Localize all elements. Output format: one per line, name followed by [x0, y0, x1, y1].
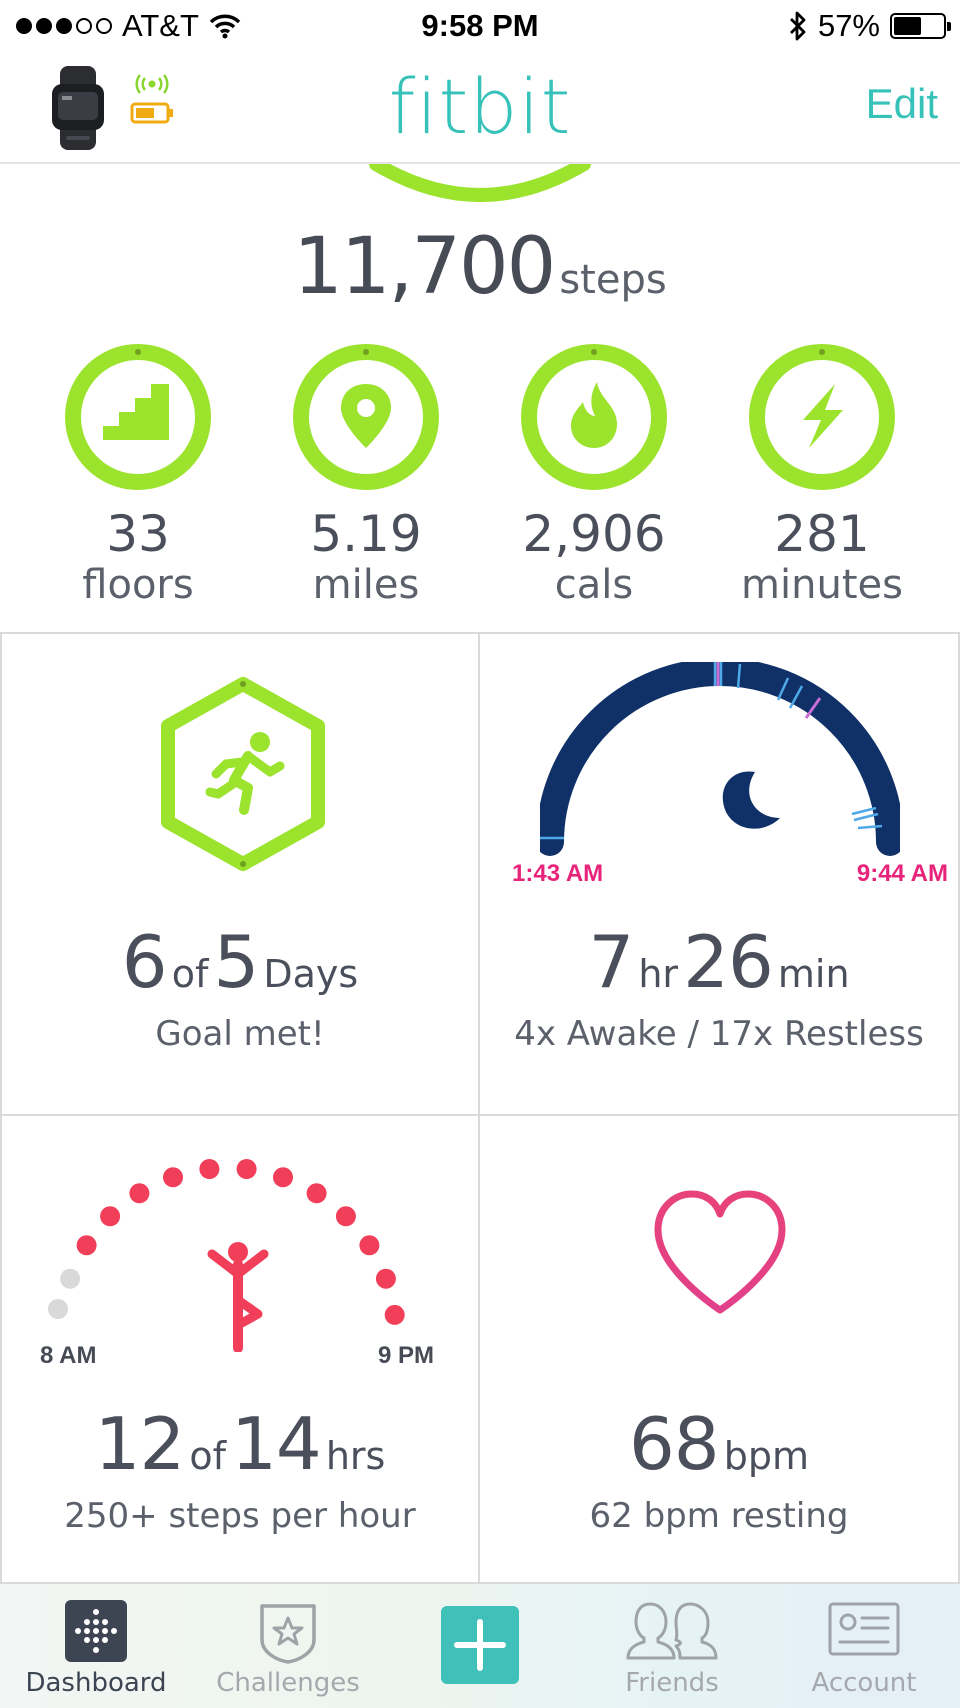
exercise-value: 6 — [121, 920, 168, 1004]
heart-resting: 62 bpm resting — [589, 1496, 849, 1536]
stat-calories[interactable]: 2,906 cals — [494, 342, 694, 608]
tab-dashboard[interactable]: Dashboard — [0, 1584, 192, 1708]
sleep-hr-unit: hr — [638, 952, 679, 996]
star-badge-icon — [260, 1604, 316, 1664]
status-right: 57% — [788, 8, 951, 44]
hourly-detail: 250+ steps per hour — [64, 1496, 416, 1536]
sleep-minutes: 26 — [683, 920, 774, 1004]
minutes-unit: minutes — [741, 562, 903, 608]
heart-icon — [654, 1190, 786, 1314]
sleep-arc-chart — [540, 662, 900, 856]
sleep-min-unit: min — [777, 952, 850, 996]
status-bar: AT&T 9:58 PM 57% — [0, 0, 960, 52]
calories-unit: cals — [554, 562, 634, 608]
sleep-start-time: 1:43 AM — [512, 860, 604, 887]
sleep-hours: 7 — [588, 920, 634, 1004]
dashboard-tiles: 6 of 5 Days Goal met! 1:43 AM 9:44 AM 7 … — [0, 632, 960, 1584]
tab-bar: Dashboard Challenges Friends Account — [0, 1582, 960, 1708]
hourly-summary: 12 of 14 hrs — [2, 1402, 478, 1486]
edit-button[interactable]: Edit — [866, 80, 938, 128]
friends-icon — [626, 1602, 718, 1660]
hour-dot — [236, 1159, 257, 1179]
sleep-summary: 7 hr 26 min — [480, 920, 958, 1004]
sleep-detail: 4x Awake / 17x Restless — [514, 1014, 924, 1054]
account-card-icon — [828, 1602, 900, 1656]
hour-dot — [129, 1183, 150, 1204]
hour-dot — [359, 1235, 380, 1256]
floors-value: 33 — [106, 505, 170, 563]
hourly-start-label: 8 AM — [40, 1342, 97, 1369]
tab-dashboard-label: Dashboard — [25, 1668, 167, 1698]
tab-friends[interactable]: Friends — [576, 1584, 768, 1708]
sleep-end-time: 9:44 AM — [856, 860, 948, 887]
steps-unit: steps — [559, 257, 667, 303]
hour-dot — [163, 1167, 183, 1188]
heart-rate-unit: bpm — [723, 1434, 809, 1478]
app-header: fitbit Edit — [0, 52, 960, 164]
hourly-figure-icon — [207, 1242, 269, 1352]
stat-active-minutes[interactable]: 281 minutes — [722, 342, 922, 608]
hour-dot — [100, 1206, 121, 1227]
exercise-unit: Days — [263, 952, 359, 996]
hour-dot — [199, 1159, 220, 1179]
dashboard-icon — [65, 1600, 127, 1662]
floors-unit: floors — [82, 562, 194, 608]
battery-level — [894, 17, 922, 35]
battery-icon — [890, 13, 951, 39]
exercise-of: of — [171, 952, 209, 996]
lightning-icon — [749, 344, 895, 490]
steps-ring[interactable] — [360, 164, 600, 206]
tab-friends-label: Friends — [625, 1668, 719, 1698]
hour-dot — [335, 1206, 356, 1227]
exercise-goal: 5 — [213, 920, 259, 1004]
tab-account[interactable]: Account — [768, 1584, 960, 1708]
exercise-summary: 6 of 5 Days — [2, 920, 478, 1004]
tab-account-label: Account — [811, 1668, 917, 1698]
hour-dot — [60, 1268, 81, 1289]
hourly-value: 12 — [94, 1402, 186, 1486]
exercise-hexagon-icon — [161, 677, 325, 871]
battery-percent: 57% — [817, 8, 880, 43]
tab-add[interactable] — [384, 1584, 576, 1708]
hourly-activity-tile[interactable]: 8 AM 9 PM 12 of 14 hrs 250+ steps per ho… — [0, 1116, 480, 1584]
hourly-of: of — [189, 1434, 227, 1478]
flame-icon — [521, 344, 667, 490]
location-pin-icon — [293, 344, 439, 490]
plus-icon — [441, 1606, 519, 1684]
hour-dot — [48, 1299, 68, 1319]
steps-value: 11,700 — [293, 222, 556, 312]
stat-miles[interactable]: 5.19 miles — [266, 342, 466, 608]
calories-value: 2,906 — [522, 505, 666, 563]
tab-challenges-label: Challenges — [216, 1668, 360, 1698]
minutes-value: 281 — [774, 505, 870, 563]
exercise-tile[interactable]: 6 of 5 Days Goal met! — [0, 634, 480, 1116]
steps-summary[interactable]: 11,700 steps — [0, 222, 960, 312]
heart-rate-value: 68 — [629, 1402, 720, 1486]
stairs-icon — [65, 344, 211, 490]
hourly-unit: hrs — [325, 1434, 386, 1478]
hour-dot — [273, 1167, 293, 1188]
stat-floors[interactable]: 33 floors — [38, 342, 238, 608]
miles-unit: miles — [312, 562, 420, 608]
bluetooth-icon — [789, 11, 806, 41]
sleep-tile[interactable]: 1:43 AM 9:44 AM 7 hr 26 min 4x Awake / 1… — [480, 634, 960, 1116]
app-title: fitbit — [388, 62, 572, 151]
hour-dot — [375, 1268, 396, 1289]
hourly-end-label: 9 PM — [378, 1342, 435, 1369]
heart-rate-tile[interactable]: 68 bpm 62 bpm resting — [480, 1116, 960, 1584]
miles-value: 5.19 — [310, 505, 422, 563]
hour-dot — [306, 1183, 327, 1204]
hour-dot — [384, 1304, 405, 1325]
tab-challenges[interactable]: Challenges — [192, 1584, 384, 1708]
heart-summary: 68 bpm — [480, 1402, 958, 1486]
exercise-status: Goal met! — [155, 1014, 325, 1054]
hour-dot — [76, 1235, 97, 1256]
hourly-goal: 14 — [231, 1402, 322, 1486]
